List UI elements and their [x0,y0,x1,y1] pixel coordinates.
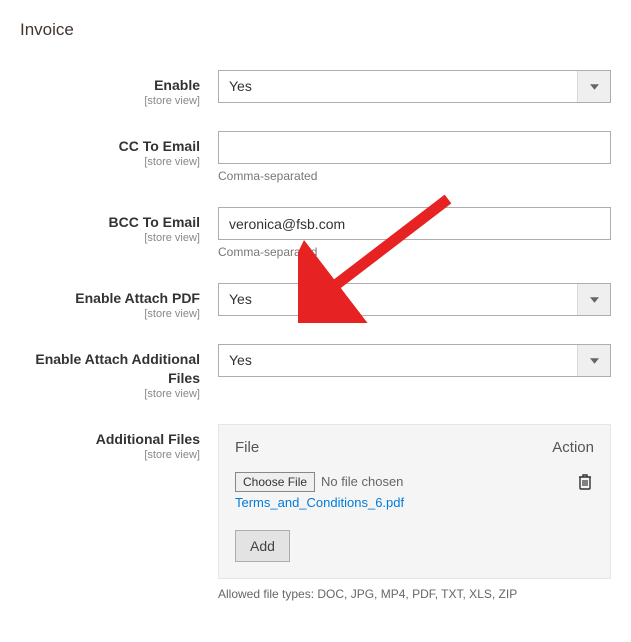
choose-file-button[interactable]: Choose File [235,472,315,492]
bcc-input[interactable] [218,207,611,240]
cc-label: CC To Email [20,137,200,155]
field-enable: Enable [store view] Yes [20,70,611,107]
allowed-file-types: Allowed file types: DOC, JPG, MP4, PDF, … [218,587,611,601]
attach-additional-select-value: Yes [219,345,577,376]
add-button[interactable]: Add [235,530,290,562]
field-attach-pdf: Enable Attach PDF [store view] Yes [20,283,611,320]
bcc-label: BCC To Email [20,213,200,231]
attach-additional-label: Enable Attach Additional Files [20,350,200,386]
field-bcc: BCC To Email [store view] Comma-separate… [20,207,611,259]
attach-pdf-scope: [store view] [20,308,200,320]
chevron-down-icon [577,284,610,315]
attach-additional-scope: [store view] [20,388,200,400]
field-attach-additional: Enable Attach Additional Files [store vi… [20,344,611,399]
trash-icon[interactable] [576,472,594,495]
enable-label: Enable [20,76,200,94]
additional-files-label: Additional Files [20,430,200,448]
no-file-text: No file chosen [321,474,403,489]
attach-pdf-label: Enable Attach PDF [20,289,200,307]
enable-select[interactable]: Yes [218,70,611,103]
field-additional-files: Additional Files [store view] File Actio… [20,424,611,601]
attach-additional-select[interactable]: Yes [218,344,611,377]
enable-select-value: Yes [219,71,577,102]
additional-files-scope: [store view] [20,449,200,461]
cc-scope: [store view] [20,156,200,168]
additional-files-panel: File Action Choose File No file chosen T… [218,424,611,579]
action-col-header: Action [552,439,594,456]
file-row: Choose File No file chosen Terms_and_Con… [235,472,594,510]
bcc-scope: [store view] [20,232,200,244]
file-col-header: File [235,439,259,456]
chevron-down-icon [577,345,610,376]
cc-input[interactable] [218,131,611,164]
chevron-down-icon [577,71,610,102]
attach-pdf-select-value: Yes [219,284,577,315]
enable-scope: [store view] [20,95,200,107]
uploaded-file-link[interactable]: Terms_and_Conditions_6.pdf [235,495,404,510]
cc-helper: Comma-separated [218,169,611,183]
attach-pdf-select[interactable]: Yes [218,283,611,316]
section-title: Invoice [20,20,611,40]
bcc-helper: Comma-separated [218,245,611,259]
field-cc: CC To Email [store view] Comma-separated [20,131,611,183]
